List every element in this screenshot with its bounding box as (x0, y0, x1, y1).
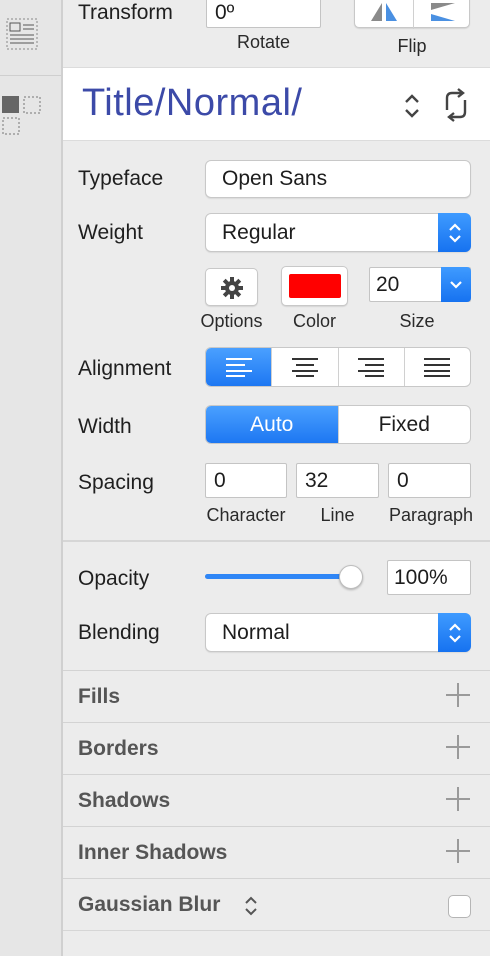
blending-label: Blending (78, 621, 160, 644)
fills-section[interactable]: Fills (63, 670, 490, 722)
paragraph-label: Paragraph (388, 505, 474, 525)
gaussian-blur-title: Gaussian Blur (78, 893, 221, 916)
flip-buttons[interactable] (354, 0, 470, 29)
gear-icon (220, 276, 244, 300)
weight-stepper[interactable] (438, 213, 471, 252)
blending-value: Normal (222, 620, 290, 644)
align-right-icon (358, 358, 385, 377)
width-fixed-button[interactable]: Fixed (337, 406, 471, 443)
size-value: 20 (376, 272, 400, 296)
add-shadow-plus-icon[interactable] (446, 787, 470, 811)
flip-divider (413, 0, 414, 29)
sync-style-icon[interactable] (440, 88, 472, 122)
size-label: Size (399, 311, 435, 331)
options-button[interactable] (205, 268, 258, 306)
inspector-panel: Transform 0º Rotate Flip Title/Normal/ T… (63, 0, 490, 956)
size-input[interactable]: 20 (369, 267, 471, 302)
typeface-label: Typeface (78, 167, 164, 190)
typeface-field[interactable]: Open Sans (205, 160, 471, 198)
flip-horizontal-icon[interactable] (367, 1, 401, 23)
rotate-label: Rotate (236, 32, 291, 52)
size-dropdown-button[interactable] (441, 267, 471, 302)
chevron-down-icon (450, 280, 462, 289)
weight-value: Regular (222, 220, 296, 244)
align-left-icon (225, 358, 252, 377)
style-chevron-updown-icon[interactable] (403, 92, 421, 120)
inner-shadows-title: Inner Shadows (78, 841, 228, 864)
opacity-label: Opacity (78, 567, 150, 590)
flip-vertical-icon[interactable] (425, 1, 459, 23)
fills-title: Fills (78, 685, 121, 708)
opacity-slider[interactable] (205, 564, 369, 590)
left-rail (0, 0, 63, 956)
width-auto-button[interactable]: Auto (206, 406, 338, 443)
alignment-label: Alignment (78, 357, 172, 380)
character-spacing-input[interactable]: 0 (205, 463, 287, 498)
width-segmented-control[interactable]: Auto Fixed (205, 405, 471, 444)
bottom-divider (63, 930, 490, 931)
weight-label: Weight (78, 221, 143, 244)
align-center-button[interactable] (271, 348, 337, 386)
weight-select[interactable]: Regular (205, 213, 471, 252)
gaussian-blur-section[interactable]: Gaussian Blur (63, 878, 490, 930)
align-center-icon (291, 358, 318, 377)
style-header[interactable]: Title/Normal/ (63, 67, 490, 141)
shadows-section[interactable]: Shadows (63, 774, 490, 826)
chevron-updown-icon (448, 222, 461, 243)
transform-label: Transform (78, 1, 173, 24)
section-divider (63, 540, 490, 542)
flip-label: Flip (397, 36, 427, 56)
blending-select[interactable]: Normal (205, 613, 471, 652)
symbol-layout-icon[interactable] (2, 96, 42, 136)
paragraph-spacing-input[interactable]: 0 (388, 463, 471, 498)
width-label: Width (78, 415, 132, 438)
line-spacing-input[interactable]: 32 (296, 463, 379, 498)
line-label: Line (320, 505, 355, 525)
options-label: Options (200, 311, 263, 331)
add-inner-shadow-plus-icon[interactable] (446, 839, 470, 863)
text-layout-icon[interactable] (6, 18, 38, 50)
opacity-input[interactable]: 100% (387, 560, 471, 595)
rotate-input[interactable]: 0º (206, 0, 321, 28)
borders-title: Borders (78, 737, 159, 760)
align-left-button[interactable] (206, 348, 272, 386)
shadows-title: Shadows (78, 789, 171, 812)
style-name[interactable]: Title/Normal/ (82, 82, 302, 125)
color-label: Color (292, 311, 336, 331)
align-right-button[interactable] (337, 348, 404, 386)
borders-section[interactable]: Borders (63, 722, 490, 774)
blur-type-chevron-updown-icon[interactable] (243, 895, 259, 917)
add-fill-plus-icon[interactable] (446, 683, 470, 707)
blending-stepper[interactable] (438, 613, 471, 652)
opacity-slider-knob[interactable] (339, 565, 363, 589)
color-well[interactable] (281, 266, 348, 306)
align-justify-icon (424, 358, 451, 377)
character-label: Character (206, 505, 286, 525)
chevron-updown-icon (448, 622, 461, 643)
opacity-slider-fill (205, 574, 351, 579)
color-swatch (289, 274, 341, 298)
gaussian-blur-checkbox[interactable] (448, 895, 471, 918)
inner-shadows-section[interactable]: Inner Shadows (63, 826, 490, 878)
align-justify-button[interactable] (403, 348, 470, 386)
alignment-segmented-control[interactable] (205, 347, 471, 387)
spacing-label: Spacing (78, 471, 154, 494)
add-border-plus-icon[interactable] (446, 735, 470, 759)
rail-divider (0, 75, 61, 76)
